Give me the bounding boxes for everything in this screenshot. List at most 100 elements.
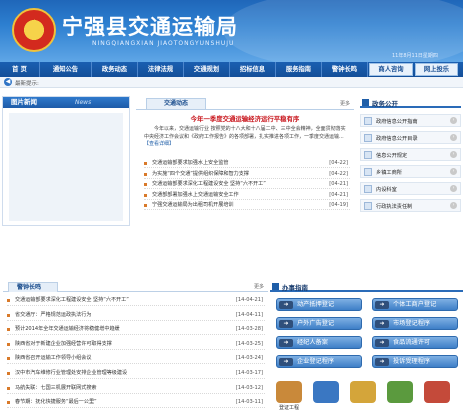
arrow-right-icon: ➜ (279, 320, 293, 328)
tab-traffic-news[interactable]: 交通动态 (146, 98, 206, 109)
guide-button[interactable]: ➜ 企业登记程序 (276, 355, 362, 368)
arrow-icon: › (450, 185, 457, 192)
nav-item[interactable]: 法律法规 (138, 62, 184, 77)
news-row[interactable]: 交通部部署加强水上交通运输安全工作 [04-21] (144, 191, 350, 200)
gov-item-label: 信息公开规定 (376, 153, 408, 159)
view-detail-link[interactable]: 【查看详细】 (144, 141, 174, 147)
bullet-icon (7, 372, 10, 375)
news-row[interactable]: 宁强交通运输局为出租司机开展培训 [04-19] (144, 201, 350, 210)
nav-item[interactable]: 网上投乐 (415, 63, 458, 76)
photo-slideshow[interactable] (9, 113, 123, 221)
guide-button[interactable]: ➜ 经纪人备案 (276, 336, 362, 349)
warning-row[interactable]: 汉中市汽车维修行业管理处安排企业管理等级建设 [14-03-17] (7, 367, 265, 379)
nav-item[interactable]: 商人咨询 (369, 63, 413, 76)
warning-row[interactable]: 预计2014年全年交通运输经济将稳健增中趋缓 [14-03-28] (7, 323, 265, 336)
guide-button[interactable]: ➜ 市场登记程序 (372, 317, 458, 330)
bullet-icon (144, 204, 147, 207)
building-icon[interactable] (387, 381, 413, 403)
warning-more-link[interactable]: 更多 (254, 283, 264, 290)
gov-item[interactable]: 信息公开规定 › (360, 148, 461, 161)
warning-row[interactable]: 省交通厅：严格规范运政执法行为 [14-04-11] (7, 309, 265, 321)
stamp-icon[interactable] (424, 381, 450, 403)
notice-bar: ◀ 最新提示: (0, 77, 463, 88)
gov-item-label: 政府信息公开指南 (376, 119, 418, 125)
news-title[interactable]: 宁强交通运输局为出租司机开展培训 (152, 201, 312, 210)
news-date: [04-21] (329, 181, 348, 187)
gov-item[interactable]: 政府信息公开目录 › (360, 131, 461, 144)
warning-title[interactable]: 省交通厅：严格规范运政执法行为 (15, 309, 215, 321)
warning-date: [14-03-11] (235, 399, 263, 406)
site-header: ★ 宁强县交通运输局 NINGQIANGXIAN JIAOTONGYUNSHUJ… (0, 0, 463, 62)
guide-button-label: 个体工商户登记 (393, 301, 437, 308)
nav-item[interactable]: 通知公告 (40, 62, 92, 77)
gov-item-label: 内设科室 (376, 187, 397, 193)
bullet-icon (7, 342, 10, 346)
nav-item[interactable]: 首 页 (0, 62, 40, 77)
news-title[interactable]: 交通运输部要求加强水上安全监管 (152, 159, 312, 168)
guide-button[interactable]: ➜ 个体工商户登记 (372, 298, 458, 311)
guide-button-label: 经纪人备案 (297, 339, 328, 346)
bullet-icon (7, 401, 10, 405)
gov-item[interactable]: 乡镇工商所 › (360, 165, 461, 178)
news-title[interactable]: 为实施“四个交通”提供组织保障和智力支撑 (152, 170, 312, 179)
guide-button-label: 户外广告登记 (297, 320, 335, 327)
guide-button-label: 动产抵押登记 (297, 301, 335, 308)
warning-title[interactable]: 交通运输部要求深化工程建设安全 坚持“六不开工” (15, 294, 215, 306)
warning-title[interactable]: 预计2014年全年交通运输经济将稳健增中趋缓 (15, 323, 215, 335)
document-icon[interactable] (313, 381, 339, 403)
nav-item[interactable]: 警钟长鸣 (322, 62, 368, 77)
arrow-icon: › (450, 151, 457, 158)
arrow-icon: › (450, 202, 457, 209)
news-title[interactable]: 交通部部署加强水上交通运输安全工作 (152, 191, 312, 200)
nav-item[interactable]: 招标信息 (230, 62, 276, 77)
summary-text: 今年以来，交通运输行业 按照党的十八大和十八届二中、三中全会精神，全面贯彻落实中… (144, 126, 346, 140)
news-row[interactable]: 交通运输部要求深化工程建设安全 坚持“六不开工” [04-21] (144, 180, 350, 189)
bullet-icon (7, 386, 10, 390)
warning-row[interactable]: 陕西省召开运输工作领导小组会议 [14-03-24] (7, 352, 265, 365)
news-title[interactable]: 交通运输部要求深化工程建设安全 坚持“六不开工” (152, 180, 312, 189)
news-row[interactable]: 交通运输部要求加强水上安全监管 [04-22] (144, 159, 350, 168)
photo-news-title: 图片新闻 (3, 97, 129, 108)
notice-label: 最新提示: (15, 81, 39, 87)
warning-row[interactable]: 陕西省对于新建企业加强经营许可取得支撑 [14-03-25] (7, 338, 265, 350)
tab-warning[interactable]: 警钟长鸣 (8, 282, 58, 292)
warning-title[interactable]: 陕西省召开运输工作领导小组会议 (15, 352, 215, 364)
news-row[interactable]: 为实施“四个交通”提供组织保障和智力支撑 [04-22] (144, 170, 350, 179)
warning-title[interactable]: 陕西省对于新建企业加强经营许可取得支撑 (15, 338, 215, 350)
warning-row[interactable]: 春节期：抚化快捷服务“最后一公里” [14-03-11] (7, 396, 265, 409)
national-emblem-icon: ★ (12, 8, 56, 52)
guide-button[interactable]: ➜ 户外广告登记 (276, 317, 362, 330)
nav-item[interactable]: 交通规划 (184, 62, 230, 77)
gov-item[interactable]: 内设科室 › (360, 182, 461, 195)
gov-item-label: 乡镇工商所 (376, 170, 402, 176)
nav-item[interactable]: 政务动态 (92, 62, 138, 77)
document-icon (364, 151, 372, 159)
guide-button[interactable]: ➜ 食品流通许可 (372, 336, 458, 349)
photo-news-panel: 图片新闻 News (2, 96, 130, 226)
warning-date: [14-04-21] (235, 297, 263, 303)
guide-icon-label: 登证工程 (278, 405, 299, 411)
gov-item[interactable]: 行政执法责任制 › (360, 199, 461, 212)
news-date: [04-22] (329, 160, 348, 166)
document-icon (364, 134, 372, 142)
bullet-icon (144, 162, 147, 165)
news-date: [04-19] (329, 202, 348, 208)
nav-item[interactable]: 服务指南 (276, 62, 322, 77)
arrow-right-icon: ➜ (279, 301, 293, 309)
document-icon (364, 185, 372, 193)
bullet-icon (7, 299, 10, 302)
traffic-more-link[interactable]: 更多 (340, 100, 350, 107)
gov-item[interactable]: 政府信息公开指南 › (360, 114, 461, 127)
arrow-right-icon: ➜ (279, 339, 293, 347)
warning-title[interactable]: 汉中市汽车维修行业管理处安排企业管理等级建设 (15, 367, 215, 379)
guide-button[interactable]: ➜ 投诉受理程序 (372, 355, 458, 368)
guide-button[interactable]: ➜ 动产抵押登记 (276, 298, 362, 311)
warning-title[interactable]: 马航失联：七国三机展开联网式搜索 (15, 382, 215, 394)
warning-title[interactable]: 春节期：抚化快捷服务“最后一公里” (15, 396, 215, 408)
folder-icon[interactable] (350, 381, 376, 403)
headline-link[interactable]: 今年一季度交通运输经济运行平稳有序 (136, 114, 354, 123)
warning-row[interactable]: 交通运输部要求深化工程建设安全 坚持“六不开工” [14-04-21] (7, 294, 265, 306)
registry-icon[interactable] (276, 381, 302, 403)
guide-header: 办事指南 (270, 281, 463, 292)
warning-row[interactable]: 马航失联：七国三机展开联网式搜索 [14-03-12] (7, 382, 265, 394)
